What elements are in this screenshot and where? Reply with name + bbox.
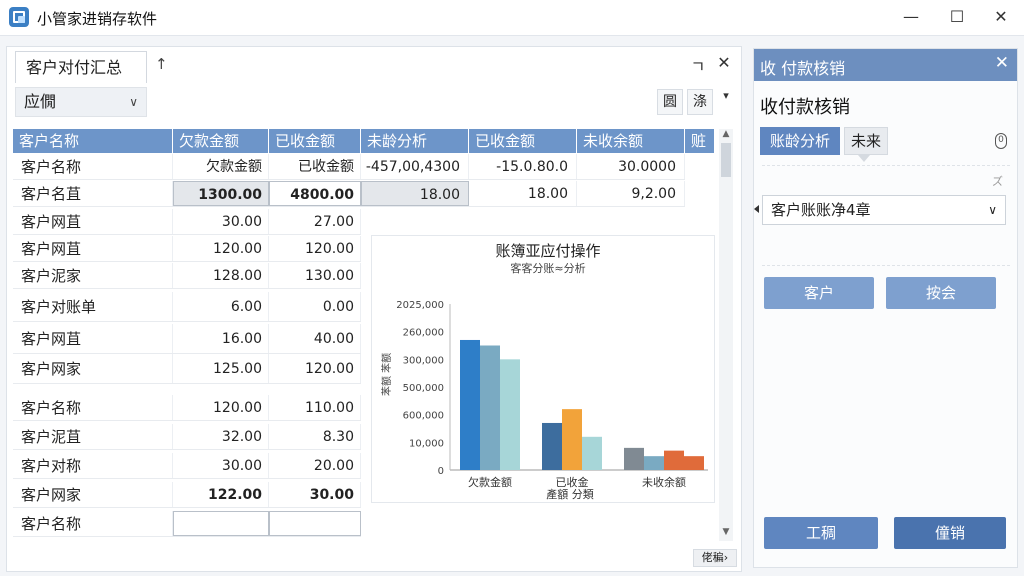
chart-ylabel: 苯额 苯额 xyxy=(380,353,393,396)
customer-select[interactable]: 客户账账净4章 ∨ xyxy=(762,195,1006,225)
vertical-scrollbar[interactable]: ▲ ▼ xyxy=(719,129,733,541)
x-tick-label: 已收金 xyxy=(556,475,589,489)
writeoff-panel-header: 收 付款核销 ✕ xyxy=(754,49,1017,81)
select-marker-icon xyxy=(754,205,759,213)
bar xyxy=(644,456,664,470)
toolbar-dropdown-icon[interactable]: ▾ xyxy=(715,89,737,102)
table-row[interactable]: 客户网家 125.00 120.00 xyxy=(13,354,361,384)
type-select-value: 应僩 xyxy=(24,92,57,111)
close-panel-button[interactable]: ✕ xyxy=(713,53,735,72)
bar xyxy=(460,339,480,470)
writeoff-panel: 收 付款核销 ✕ 收付款核销 账龄分析 未来 0 ズ 客户账账净4章 ∨ 客户 … xyxy=(753,48,1018,568)
pin-icon[interactable]: ↑ xyxy=(155,55,168,73)
divider xyxy=(762,265,1010,266)
bar xyxy=(562,409,582,470)
clear-icon[interactable]: ズ xyxy=(992,173,1003,189)
y-tick-label: 2025,000 xyxy=(396,300,444,311)
customer-summary-panel: 客户对付汇总 ↑ ㄱ ✕ 应僩 ∨ 圆 涤 ▾ 客户名称 欠款金额 已收金额 未… xyxy=(6,46,742,572)
table-row[interactable]: 客户泥家 128.00 130.00 xyxy=(13,263,361,289)
x-tick-label: 未收余额 xyxy=(642,475,686,489)
scroll-down-icon[interactable]: ▼ xyxy=(719,527,733,537)
tab-aging-analysis[interactable]: 账龄分析 xyxy=(760,127,840,155)
col-header-owed[interactable]: 欠款金额 xyxy=(173,129,269,153)
minimize-button[interactable]: — xyxy=(896,4,926,30)
chart-xlabel: 產額 分類 xyxy=(546,487,594,501)
table-row[interactable]: 客户网苴 16.00 40.00 xyxy=(13,324,361,354)
chart-title: 账簿亚应付操作 xyxy=(495,242,600,260)
y-tick-label: 600,000 xyxy=(403,411,444,422)
maximize-button[interactable]: ☐ xyxy=(942,4,972,30)
title-bar: 小管家进销存软件 — ☐ ✕ xyxy=(0,0,1024,36)
y-tick-label: 500,000 xyxy=(403,383,444,394)
y-tick-label: 300,000 xyxy=(403,355,444,366)
writeoff-button[interactable]: 僮销 xyxy=(894,517,1006,549)
bar xyxy=(480,345,500,470)
chart-container: 账簿亚应付操作 客客分账≈分析 苯额 苯额 產額 分類 2025,000 260,… xyxy=(371,235,715,503)
y-tick-label: 10,000 xyxy=(409,438,444,449)
col-header-received-2[interactable]: 已收金额 xyxy=(469,129,577,153)
col-header-name[interactable]: 客户名称 xyxy=(13,129,173,153)
scroll-thumb[interactable] xyxy=(721,143,731,177)
bar xyxy=(684,456,704,470)
col-header-unreceived[interactable]: 未收余额 xyxy=(577,129,685,153)
table-row[interactable]: 客户网苴 120.00 120.00 xyxy=(13,236,361,262)
tab-future[interactable]: 未来 xyxy=(844,127,888,155)
y-tick-label: 260,000 xyxy=(403,328,444,339)
table-row[interactable]: 客户泥苴 32.00 8.30 xyxy=(13,424,361,450)
panel-header-title: 收 付款核销 xyxy=(760,59,846,78)
tab-customer-summary[interactable]: 客户对付汇总 xyxy=(15,51,147,83)
table-row[interactable]: 客户名称 xyxy=(13,511,361,537)
bar-chart: 账簿亚应付操作 客客分账≈分析 苯额 苯额 產額 分類 2025,000 260,… xyxy=(380,242,708,501)
bar xyxy=(664,450,684,470)
panel-title: 收付款核销 xyxy=(760,97,850,118)
scroll-up-icon[interactable]: ▲ xyxy=(719,129,733,139)
table-row[interactable]: 客户名称 120.00 110.00 xyxy=(13,395,361,421)
chart-subtitle: 客客分账≈分析 xyxy=(510,261,585,275)
y-tick-label: 0 xyxy=(438,466,444,477)
close-icon[interactable]: ✕ xyxy=(995,53,1009,73)
col-header-received[interactable]: 已收金额 xyxy=(269,129,361,153)
bar xyxy=(582,436,602,470)
app-title: 小管家进销存软件 xyxy=(37,10,158,28)
tab-caret xyxy=(858,155,870,162)
divider xyxy=(762,165,1010,166)
customer-button[interactable]: 客户 xyxy=(764,277,874,309)
chevron-down-icon: ∨ xyxy=(129,95,138,109)
close-window-button[interactable]: ✕ xyxy=(986,4,1016,30)
col-header-more[interactable]: 赃 xyxy=(685,129,715,153)
bar xyxy=(542,422,562,470)
table-row[interactable]: 客户网苴 30.00 27.00 xyxy=(13,209,361,235)
app-logo-icon xyxy=(9,7,29,27)
grid-header: 客户名称 欠款金额 已收金额 未龄分析 已收金额 未收余额 赃 xyxy=(13,129,715,153)
info-icon[interactable]: 0 xyxy=(995,133,1007,149)
table-row[interactable]: 客户网家 122.00 30.00 xyxy=(13,482,361,508)
next-page-button[interactable]: 佬稨› xyxy=(693,549,737,567)
query-button[interactable]: 按会 xyxy=(886,277,996,309)
x-tick-label: 欠款金额 xyxy=(468,475,512,489)
customer-select-value: 客户账账净4章 xyxy=(771,201,871,219)
chevron-down-icon: ∨ xyxy=(988,203,997,217)
table-row-selected[interactable]: 客户名苴 1300.00 4800.00 18.00 18.00 9,2.00 xyxy=(13,181,685,207)
table-row[interactable]: 客户对称 30.00 20.00 xyxy=(13,453,361,479)
restore-panel-button[interactable]: ㄱ xyxy=(687,53,709,77)
table-row[interactable]: 客户对账单 6.00 0.00 xyxy=(13,292,361,322)
tool-button-1[interactable]: 圆 xyxy=(657,89,683,115)
bar xyxy=(500,359,520,470)
col-header-aging[interactable]: 未龄分析 xyxy=(361,129,469,153)
tool-button-2[interactable]: 涤 xyxy=(687,89,713,115)
type-select[interactable]: 应僩 ∨ xyxy=(15,87,147,117)
work-button[interactable]: 工稠 xyxy=(764,517,878,549)
table-row[interactable]: 客户名称 欠款金额 已收金额 -457,00,4300 -15.0.80.0 3… xyxy=(13,154,685,180)
bar xyxy=(624,447,644,470)
